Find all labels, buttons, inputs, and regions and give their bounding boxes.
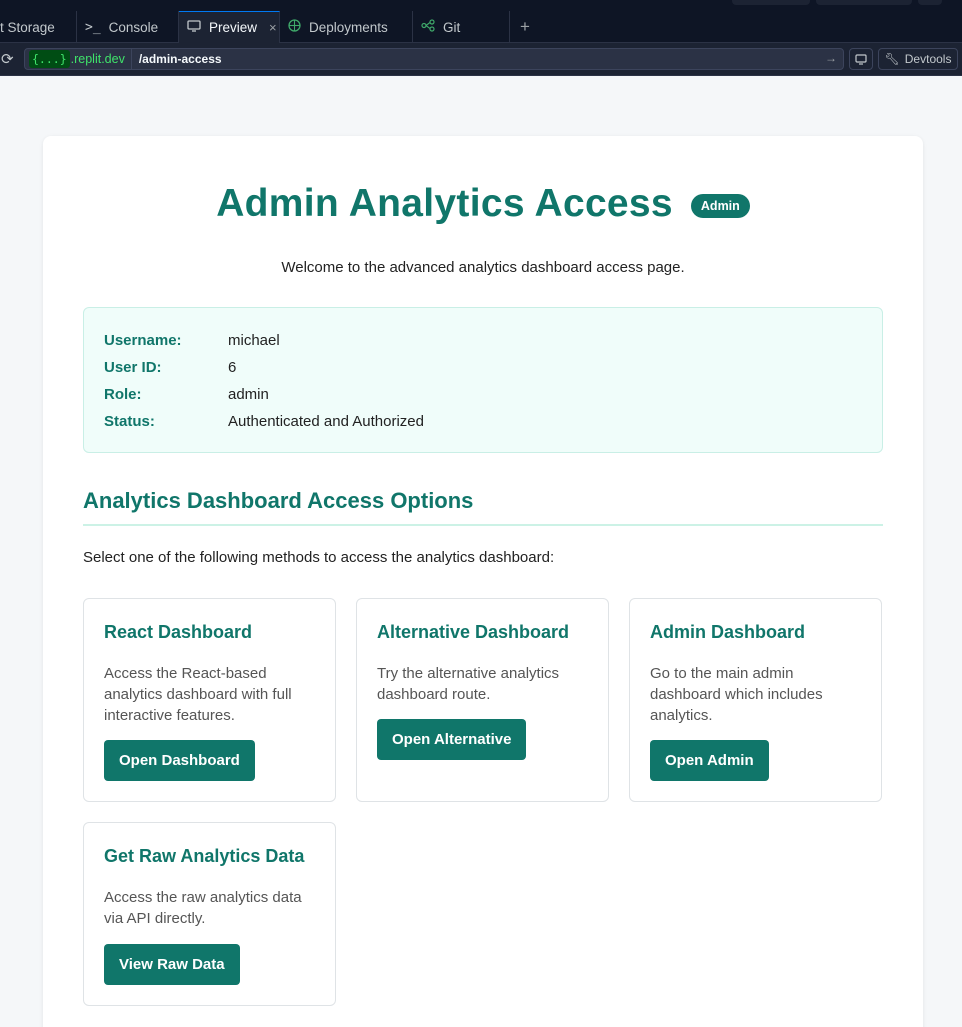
option-description: Go to the main admin dashboard which inc… <box>650 665 823 724</box>
page-title: Admin Analytics Access <box>216 182 673 225</box>
info-value: 6 <box>228 359 237 376</box>
welcome-text: Welcome to the advanced analytics dashbo… <box>281 259 685 276</box>
add-tab-button[interactable]: + <box>510 11 550 43</box>
git-icon <box>421 18 435 36</box>
option-card-react: React Dashboard Access the React-based a… <box>83 598 336 802</box>
url-field[interactable]: {...} .replit.dev /admin-access → <box>24 48 844 70</box>
tab-console[interactable]: >_ Console <box>77 11 179 43</box>
option-title: React Dashboard <box>104 622 253 642</box>
top-stub <box>732 0 810 5</box>
plus-icon: + <box>520 17 530 36</box>
tab-label: t Storage <box>0 19 55 35</box>
admin-badge: Admin <box>690 194 750 218</box>
option-card-raw-data: Get Raw Analytics Data Access the raw an… <box>83 822 336 1006</box>
tab-storage[interactable]: t Storage <box>0 11 77 43</box>
devtools-button[interactable]: 🔧︎ Devtools <box>878 48 958 70</box>
tab-label: Deployments <box>309 19 388 35</box>
url-domain: .replit.dev <box>71 48 132 70</box>
terminal-icon: >_ <box>85 19 101 35</box>
open-admin-button[interactable]: Open Admin <box>650 740 769 781</box>
tab-git[interactable]: Git <box>413 11 510 43</box>
section-title: Analytics Dashboard Access Options <box>83 488 474 513</box>
info-value: Authenticated and Authorized <box>228 413 424 430</box>
view-raw-data-button[interactable]: View Raw Data <box>104 944 240 985</box>
info-label: Username: <box>104 332 182 349</box>
top-stub <box>918 0 942 5</box>
arrow-right-icon[interactable]: → <box>825 51 837 65</box>
tab-label: Preview <box>209 20 258 35</box>
open-dashboard-button[interactable]: Open Dashboard <box>104 740 255 781</box>
section-divider <box>83 524 883 526</box>
option-description: Access the React-based analytics dashboa… <box>104 665 292 724</box>
intro-text: Select one of the following methods to a… <box>83 549 555 566</box>
option-card-admin: Admin Dashboard Go to the main admin das… <box>629 598 882 802</box>
tab-label: Console <box>108 19 159 35</box>
option-title: Alternative Dashboard <box>377 622 570 642</box>
monitor-icon <box>187 19 201 36</box>
ide-top-strip <box>0 0 962 11</box>
info-label: User ID: <box>104 359 162 376</box>
close-icon[interactable]: × <box>269 20 277 35</box>
info-label: Status: <box>104 413 155 430</box>
info-value: michael <box>228 332 280 349</box>
option-description: Try the alternative analytics dashboard … <box>377 665 560 703</box>
option-title: Admin Dashboard <box>650 622 806 642</box>
open-alternative-button[interactable]: Open Alternative <box>377 719 527 760</box>
option-description: Access the raw analytics data via API di… <box>104 889 302 927</box>
tab-label: Git <box>443 19 461 35</box>
title-row: Admin Analytics Access Admin <box>43 182 923 226</box>
info-value: admin <box>228 386 269 403</box>
top-stub <box>816 0 912 5</box>
screen-icon[interactable] <box>849 48 873 70</box>
wrench-icon: 🔧︎ <box>884 52 900 66</box>
admin-access-card: Admin Analytics Access Admin Welcome to t… <box>43 136 923 1027</box>
option-card-alternative: Alternative Dashboard Try the alternativ… <box>356 598 609 802</box>
domain-badge: {...} <box>29 50 70 68</box>
info-label: Role: <box>104 386 142 403</box>
ide-tab-bar: t Storage >_ Console Preview × Deploymen… <box>0 11 962 43</box>
globe-icon <box>288 18 301 36</box>
option-title: Get Raw Analytics Data <box>104 846 305 866</box>
reload-icon[interactable]: ⟳ <box>1 50 14 68</box>
devtools-label: Devtools <box>904 52 952 66</box>
url-path: /admin-access <box>138 52 222 66</box>
user-info-box: Username: michael User ID: 6 Role: admin… <box>83 307 883 453</box>
tab-preview[interactable]: Preview × <box>179 11 280 43</box>
tab-deployments[interactable]: Deployments <box>280 11 413 43</box>
address-bar: ⟳ {...} .replit.dev /admin-access → 🔧︎ D… <box>0 43 962 76</box>
